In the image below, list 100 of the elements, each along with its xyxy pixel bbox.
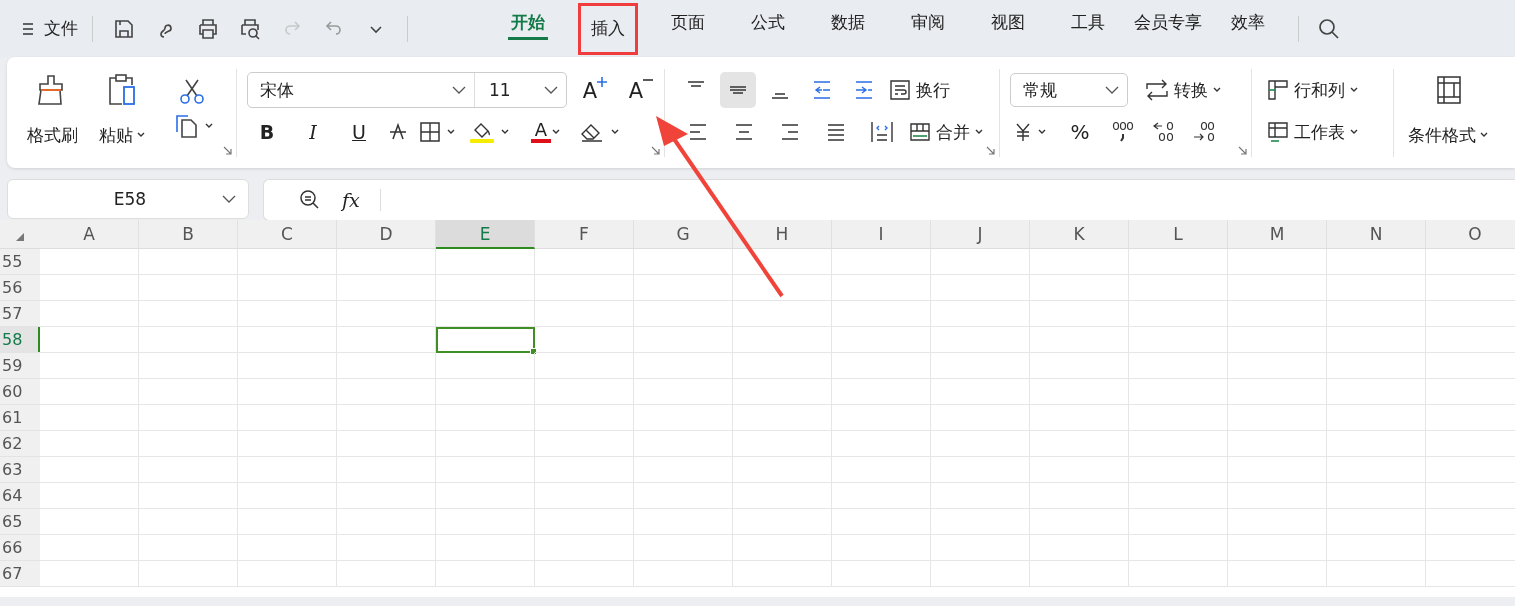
expand-corner-icon[interactable] <box>223 146 232 155</box>
table-cell[interactable] <box>535 509 634 535</box>
table-cell[interactable] <box>1030 379 1129 405</box>
table-cell[interactable] <box>733 457 832 483</box>
table-cell[interactable] <box>832 405 931 431</box>
table-cell[interactable] <box>40 535 139 561</box>
table-cell[interactable] <box>436 483 535 509</box>
ribbon-tab[interactable]: 数据 <box>808 2 888 43</box>
table-cell[interactable] <box>535 327 634 353</box>
table-cell[interactable] <box>40 301 139 327</box>
table-cell[interactable] <box>1327 405 1426 431</box>
table-cell[interactable] <box>535 405 634 431</box>
table-cell[interactable] <box>634 405 733 431</box>
column-header[interactable]: D <box>337 220 436 249</box>
table-cell[interactable] <box>634 561 733 587</box>
active-cell[interactable] <box>436 327 535 353</box>
table-cell[interactable] <box>436 535 535 561</box>
percent-button[interactable]: % <box>1062 115 1098 149</box>
table-cell[interactable] <box>832 457 931 483</box>
table-cell[interactable] <box>1129 327 1228 353</box>
table-cell[interactable] <box>634 327 733 353</box>
paste-button[interactable]: 粘贴 <box>98 115 146 155</box>
table-cell[interactable] <box>535 275 634 301</box>
table-cell[interactable] <box>535 379 634 405</box>
column-header[interactable]: E <box>436 220 535 249</box>
ribbon-tab[interactable]: 效率 <box>1208 2 1288 43</box>
table-cell[interactable] <box>1228 483 1327 509</box>
table-cell[interactable] <box>1327 275 1426 301</box>
table-cell[interactable] <box>337 327 436 353</box>
table-cell[interactable] <box>1228 301 1327 327</box>
table-cell[interactable] <box>1228 509 1327 535</box>
row-header[interactable]: 56 <box>0 275 40 301</box>
convert-button[interactable]: 转换 <box>1144 73 1222 107</box>
table-cell[interactable] <box>1228 249 1327 275</box>
table-cell[interactable] <box>931 301 1030 327</box>
table-cell[interactable] <box>1030 405 1129 431</box>
table-cell[interactable] <box>139 301 238 327</box>
table-cell[interactable] <box>139 379 238 405</box>
table-cell[interactable] <box>238 249 337 275</box>
column-header[interactable]: C <box>238 220 337 249</box>
table-cell[interactable] <box>832 431 931 457</box>
column-header[interactable]: G <box>634 220 733 249</box>
table-cell[interactable] <box>238 353 337 379</box>
table-cell[interactable] <box>238 379 337 405</box>
table-cell[interactable] <box>931 353 1030 379</box>
row-header[interactable]: 60 <box>0 379 40 405</box>
column-header[interactable]: A <box>40 220 139 249</box>
table-cell[interactable] <box>1129 561 1228 587</box>
table-cell[interactable] <box>1228 327 1327 353</box>
table-cell[interactable] <box>40 483 139 509</box>
table-cell[interactable] <box>1030 327 1129 353</box>
column-header[interactable]: K <box>1030 220 1129 249</box>
decrease-font-size-button[interactable]: A <box>623 73 659 107</box>
table-cell[interactable] <box>634 483 733 509</box>
table-cell[interactable] <box>1327 301 1426 327</box>
table-cell[interactable] <box>139 353 238 379</box>
table-cell[interactable] <box>436 249 535 275</box>
row-header[interactable]: 55 <box>0 249 40 275</box>
table-cell[interactable] <box>832 379 931 405</box>
table-cell[interactable] <box>139 457 238 483</box>
table-cell[interactable] <box>40 431 139 457</box>
select-all-icon[interactable] <box>15 232 25 242</box>
table-cell[interactable] <box>337 509 436 535</box>
expand-corner-icon[interactable] <box>1238 146 1247 155</box>
table-cell[interactable] <box>832 249 931 275</box>
table-cell[interactable] <box>931 509 1030 535</box>
table-cell[interactable] <box>238 457 337 483</box>
column-header[interactable]: M <box>1228 220 1327 249</box>
table-cell[interactable] <box>634 353 733 379</box>
column-header[interactable]: I <box>832 220 931 249</box>
column-header[interactable]: O <box>1426 220 1515 249</box>
ribbon-tab[interactable]: 会员专享 <box>1128 2 1208 43</box>
table-cell[interactable] <box>1327 457 1426 483</box>
table-cell[interactable] <box>1327 535 1426 561</box>
table-cell[interactable] <box>1228 405 1327 431</box>
table-cell[interactable] <box>1228 431 1327 457</box>
row-header[interactable]: 67 <box>0 561 40 587</box>
table-cell[interactable] <box>634 275 733 301</box>
table-cell[interactable] <box>1030 483 1129 509</box>
table-cell[interactable] <box>733 405 832 431</box>
table-cell[interactable] <box>1030 431 1129 457</box>
table-cell[interactable] <box>1228 275 1327 301</box>
table-cell[interactable] <box>40 353 139 379</box>
table-cell[interactable] <box>535 457 634 483</box>
table-cell[interactable] <box>337 379 436 405</box>
table-cell[interactable] <box>733 483 832 509</box>
table-cell[interactable] <box>634 457 733 483</box>
table-cell[interactable] <box>238 327 337 353</box>
table-cell[interactable] <box>535 561 634 587</box>
table-cell[interactable] <box>832 353 931 379</box>
ribbon-tab[interactable]: 审阅 <box>888 2 968 43</box>
table-cell[interactable] <box>139 561 238 587</box>
column-header[interactable]: N <box>1327 220 1426 249</box>
table-cell[interactable] <box>733 379 832 405</box>
table-cell[interactable] <box>40 509 139 535</box>
row-header[interactable]: 66 <box>0 535 40 561</box>
table-cell[interactable] <box>139 405 238 431</box>
table-cell[interactable] <box>337 405 436 431</box>
column-header[interactable]: L <box>1129 220 1228 249</box>
ribbon-tab[interactable]: 插入 <box>578 2 638 55</box>
